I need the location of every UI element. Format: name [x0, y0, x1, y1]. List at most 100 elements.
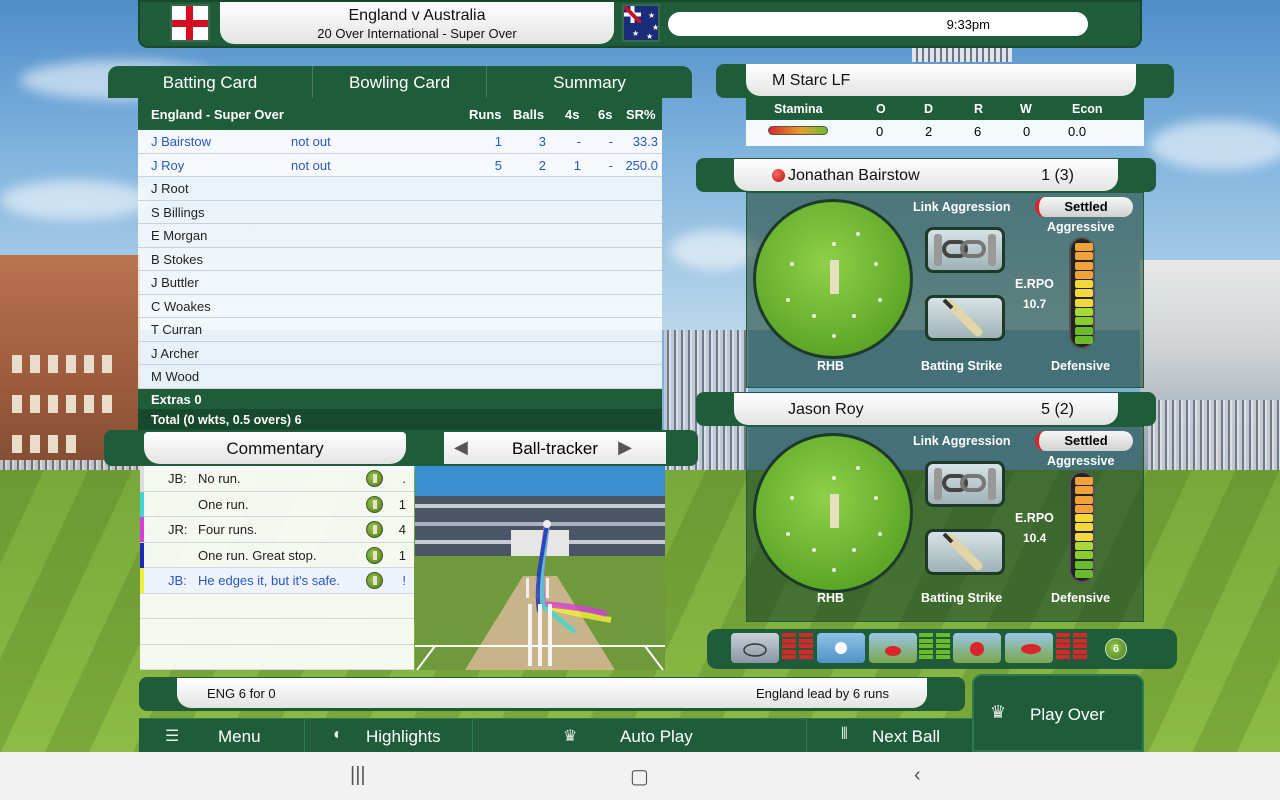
link-aggression-chain-icon[interactable]	[925, 461, 1005, 507]
menu-button[interactable]: ☰ Menu	[139, 719, 305, 753]
ball-tracker-view	[415, 466, 665, 670]
score-line: ENG 6 for 0 England lead by 6 runs	[139, 677, 965, 711]
pitch-condition-icon	[869, 633, 917, 663]
commentary-text: Four runs.	[198, 522, 258, 537]
erpo-label: E.RPO	[1015, 511, 1054, 525]
delivery-color-marker	[140, 491, 144, 517]
aggression-meter[interactable]	[1069, 237, 1095, 349]
prev-view-arrow-icon[interactable]: ◀	[454, 437, 468, 458]
aggression-segment	[1075, 289, 1093, 298]
non-striker-score: 5 (2)	[1041, 401, 1074, 418]
shot-direction-field[interactable]	[753, 199, 913, 359]
aggression-meter[interactable]	[1069, 471, 1095, 583]
home-icon[interactable]: ▢	[630, 764, 649, 789]
commentary-batter: JB:	[168, 471, 187, 486]
batter-row[interactable]: S Billings	[138, 200, 662, 224]
bowler-wickets: 0	[1023, 124, 1031, 139]
pitch-ball-icon	[366, 521, 383, 538]
erpo-value: 10.4	[1023, 531, 1047, 545]
batter-name: E Morgan	[151, 228, 208, 243]
next-ball-button[interactable]: ⫴ Next Ball	[807, 719, 973, 753]
commentary-empty-row	[140, 594, 414, 619]
lead-status: England lead by 6 runs	[756, 686, 889, 701]
recent-apps-icon[interactable]: |||	[350, 764, 366, 787]
batter-row[interactable]: J Buttler	[138, 271, 662, 295]
spin-gauge	[1056, 633, 1070, 663]
link-aggression-chain-icon[interactable]	[925, 227, 1005, 273]
delivery-color-marker	[140, 568, 144, 593]
crowd	[1148, 400, 1280, 470]
commentary-entry[interactable]: One run. 1	[140, 491, 414, 517]
col-runs: Runs	[469, 107, 502, 122]
batter-row[interactable]: J Root	[138, 177, 662, 201]
aggression-segment	[1075, 280, 1093, 289]
cloud	[1150, 120, 1280, 170]
commentary-empty-row	[140, 619, 414, 645]
next-view-arrow-icon[interactable]: ▶	[618, 437, 632, 458]
batter-sixes: -	[608, 157, 613, 173]
batter-row[interactable]: E Morgan	[138, 224, 662, 248]
back-icon[interactable]: ‹	[914, 764, 921, 787]
col-overs: O	[876, 102, 886, 116]
batter-state-button[interactable]: Settled	[1035, 431, 1133, 451]
aggression-segment	[1075, 335, 1093, 344]
ball-tracker-graphic	[415, 466, 665, 670]
match-header: England v Australia 20 Over Internationa…	[138, 0, 1142, 48]
batter-name: J Archer	[151, 345, 199, 361]
highlights-button[interactable]: ◐ Highlights	[305, 719, 473, 753]
ball-and-bat-icon: ◐	[333, 726, 343, 743]
batter-row[interactable]: J Archer	[138, 341, 662, 365]
batter-name: J Bairstow	[151, 134, 211, 149]
batting-strike-bat-icon[interactable]	[925, 295, 1005, 341]
aggression-segment	[1075, 308, 1093, 317]
batter-state-button[interactable]: Settled	[1035, 197, 1133, 217]
batter-row[interactable]: T Curran	[138, 318, 662, 342]
stumps-icon: ⫴	[841, 726, 848, 743]
commentary-result: .	[402, 471, 406, 486]
batter-row[interactable]: J Roy not out 5 2 1 -250.0	[138, 153, 662, 177]
batter-name: T Curran	[151, 322, 203, 337]
aggression-segment	[1075, 523, 1093, 532]
batter-row[interactable]: B Stokes	[138, 247, 662, 271]
col-strike-rate: SR%	[626, 107, 656, 122]
batter-status: not out	[291, 157, 331, 173]
aggression-segment	[1075, 326, 1093, 335]
batter-name: J Roy	[151, 157, 185, 173]
ball-tracker-selector: ◀ Ball-tracker ▶	[444, 432, 666, 464]
batter-row[interactable]: C Woakes	[138, 294, 662, 318]
link-aggression-label: Link Aggression	[913, 434, 1011, 448]
tab-summary[interactable]: Summary	[487, 66, 692, 98]
commentary-entry[interactable]: JR: Four runs. 4	[140, 517, 414, 543]
bowler-dots: 2	[925, 124, 933, 139]
shot-direction-field[interactable]	[753, 433, 913, 593]
play-over-button[interactable]: ♛ Play Over	[972, 674, 1144, 752]
commentary-result: !	[402, 573, 406, 588]
ball-tracker-title: Ball-tracker	[512, 439, 598, 458]
aggression-segment	[1075, 261, 1093, 270]
commentary-entry[interactable]: One run. Great stop. 1	[140, 542, 414, 568]
commentary-text: He edges it, but it's safe.	[198, 573, 340, 588]
col-wickets: W	[1020, 102, 1032, 116]
striker-name: Jonathan Bairstow	[788, 167, 920, 184]
auto-play-button[interactable]: ♛ Auto Play	[473, 719, 807, 753]
commentary-text: One run.	[198, 496, 249, 512]
batter-name: S Billings	[151, 204, 205, 220]
tab-bowling-card[interactable]: Bowling Card	[313, 66, 487, 98]
col-economy: Econ	[1072, 102, 1103, 116]
batter-row[interactable]: M Wood	[138, 365, 662, 389]
commentary-title: Commentary	[144, 432, 406, 464]
match-title-panel: England v Australia 20 Over Internationa…	[220, 2, 614, 44]
col-fours: 4s	[565, 107, 580, 122]
commentary-entry[interactable]: JB: He edges it, but it's safe.!	[140, 568, 414, 594]
spin-gauge	[1073, 633, 1087, 663]
batter-balls: 3	[538, 134, 546, 149]
aggression-segment	[1075, 270, 1093, 279]
batting-strike-bat-icon[interactable]	[925, 529, 1005, 575]
col-dots: D	[924, 102, 934, 116]
commentary-entry[interactable]: JB: No run..	[140, 466, 414, 492]
bowler-runs: 6	[974, 124, 982, 139]
bowler-name: M Starc LF	[746, 64, 1136, 96]
batter-row[interactable]: J Bairstow not out 1 3 - - 33.3	[138, 130, 662, 154]
tab-batting-card[interactable]: Batting Card	[108, 66, 313, 98]
spin-condition-icon	[1005, 633, 1053, 663]
